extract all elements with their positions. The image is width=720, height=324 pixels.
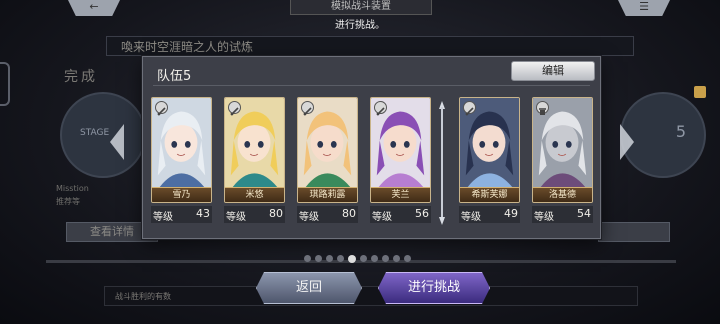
gauntlet-icon: [536, 101, 549, 115]
character-name: 芙兰: [371, 187, 430, 202]
prev-arrow-icon[interactable]: [110, 124, 124, 160]
character-portrait-frame: 洛基德: [532, 97, 593, 203]
pager-dot[interactable]: [393, 255, 400, 262]
pager-dot[interactable]: [360, 255, 367, 262]
lock-icon: [694, 86, 706, 98]
pager-dot[interactable]: [304, 255, 311, 262]
next-arrow-icon[interactable]: [620, 124, 634, 160]
sword-icon: [228, 101, 241, 116]
menu-icon: ☰: [639, 0, 649, 13]
character-portrait-frame: 希斯芙娜: [459, 97, 520, 203]
character-card[interactable]: 芙兰 等级 56: [370, 97, 431, 225]
pager-dot[interactable]: [371, 255, 378, 262]
left-arrow-icon: ←: [89, 0, 99, 13]
divider: [153, 85, 590, 86]
character-name: 洛基德: [533, 187, 592, 202]
pager-dot[interactable]: [348, 254, 356, 263]
stage-number: 5: [675, 122, 686, 141]
edit-button[interactable]: 编辑: [511, 61, 595, 81]
level-value: 80: [269, 207, 283, 220]
battle-info-bar: 战斗胜利的有数: [104, 286, 638, 306]
character-card[interactable]: 希斯芙娜 等级 49: [459, 97, 520, 225]
page-subtitle: 进行挑战。: [335, 20, 385, 31]
recommend-label: 推荐等: [56, 197, 80, 206]
level-label: 等级: [153, 212, 173, 223]
character-portrait-frame: 米悠: [224, 97, 285, 203]
level-value: 56: [415, 207, 429, 220]
character-card[interactable]: 琪路莉露 等级 80: [297, 97, 358, 225]
stage-label: STAGE: [80, 128, 110, 138]
sword-icon: [374, 101, 387, 116]
level-bar: 等级 54: [532, 206, 593, 223]
level-label: 等级: [372, 212, 392, 223]
back-corner-button[interactable]: ←: [68, 0, 120, 16]
sword-icon: [463, 101, 476, 116]
team-title: 队伍5: [157, 69, 192, 84]
level-value: 49: [504, 207, 518, 220]
character-name: 希斯芙娜: [460, 187, 519, 202]
level-bar: 等级 80: [224, 206, 285, 223]
right-panel-button[interactable]: [598, 222, 670, 242]
pager-dot[interactable]: [326, 255, 333, 262]
character-name: 米悠: [225, 187, 284, 202]
level-label: 等级: [461, 212, 481, 223]
pager-dot[interactable]: [337, 255, 344, 262]
level-label: 等级: [534, 212, 554, 223]
page-title: 模拟战斗装置: [290, 0, 432, 15]
level-value: 43: [196, 207, 210, 220]
character-portrait-frame: 琪路莉露: [297, 97, 358, 203]
pager-dot[interactable]: [382, 255, 389, 262]
trial-banner: 喚来时空涯暗之人的试炼: [106, 36, 634, 56]
level-label: 等级: [226, 212, 246, 223]
level-value: 54: [577, 207, 591, 220]
level-bar: 等级 43: [151, 206, 212, 223]
team-modal: 队伍5 编辑 雪乃 等级 43 米悠 等级 80 琪路莉露 等级 80 芙兰 等…: [142, 56, 601, 239]
menu-corner-button[interactable]: ☰: [618, 0, 670, 16]
pager-dots: [304, 248, 415, 263]
character-portrait-frame: 芙兰: [370, 97, 431, 203]
side-tab[interactable]: [0, 62, 10, 106]
character-name: 琪路莉露: [298, 187, 357, 202]
character-card[interactable]: 米悠 等级 80: [224, 97, 285, 225]
level-bar: 等级 56: [370, 206, 431, 223]
pager-dot[interactable]: [315, 255, 322, 262]
pager-dot[interactable]: [404, 255, 411, 262]
mission-label: Misstion: [56, 184, 89, 193]
level-label: 等级: [299, 212, 319, 223]
back-button[interactable]: 返回: [256, 272, 362, 304]
separator-arrow-icon: [439, 101, 445, 225]
start-challenge-button[interactable]: 进行挑战: [378, 272, 490, 304]
completed-label: 完成: [64, 69, 98, 85]
level-bar: 等级 80: [297, 206, 358, 223]
sword-icon: [155, 101, 168, 116]
sword-icon: [301, 101, 314, 116]
character-card[interactable]: 雪乃 等级 43: [151, 97, 212, 225]
level-bar: 等级 49: [459, 206, 520, 223]
character-name: 雪乃: [152, 187, 211, 202]
stage-circle-left[interactable]: STAGE: [60, 92, 146, 178]
level-value: 80: [342, 207, 356, 220]
character-portrait-frame: 雪乃: [151, 97, 212, 203]
character-card[interactable]: 洛基德 等级 54: [532, 97, 593, 225]
